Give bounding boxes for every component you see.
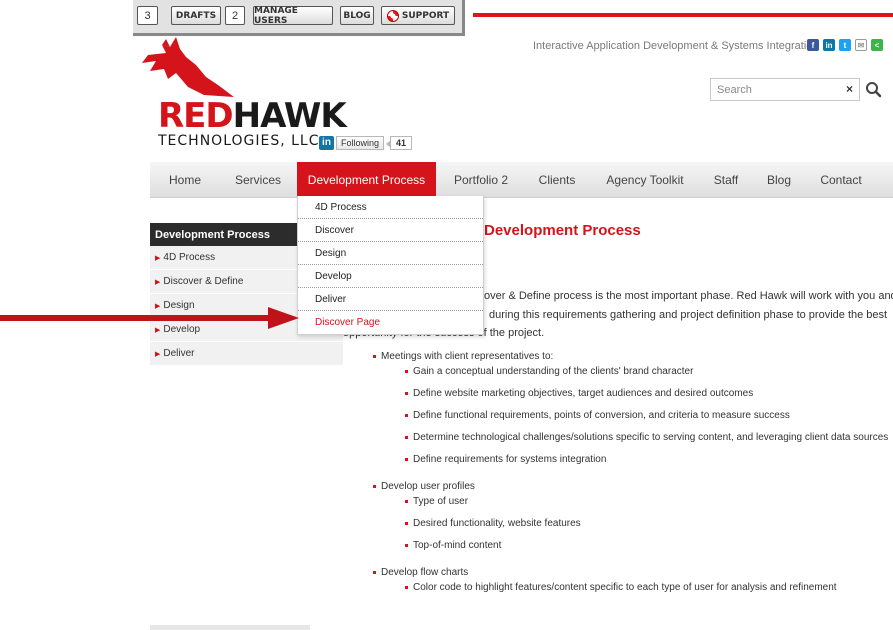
linkedin-logo-icon: in	[319, 135, 334, 150]
list-item: Gain a conceptual understanding of the c…	[404, 365, 892, 379]
support-button[interactable]: SUPPORT	[381, 6, 455, 25]
list-item: Top-of-mind content	[404, 539, 892, 553]
nav-agency-toolkit[interactable]: Agency Toolkit	[595, 162, 695, 198]
facebook-icon[interactable]: f	[807, 39, 819, 51]
list-item: Desired functionality, website features	[404, 517, 892, 531]
search-icon[interactable]	[864, 80, 884, 100]
list-item: Type of user	[404, 495, 892, 509]
following-button[interactable]: Following	[336, 135, 385, 150]
support-label: SUPPORT	[401, 10, 450, 21]
dropdown-item-discover[interactable]: Discover	[298, 219, 483, 242]
manage-users-button[interactable]: MANAGE USERS	[253, 6, 333, 26]
page-title: Development Process	[484, 222, 641, 239]
company-logo-subtitle: TECHNOLOGIES, LLC	[158, 133, 320, 149]
nav-development-process[interactable]: Development Process	[297, 162, 436, 198]
lifebuoy-icon	[386, 9, 399, 22]
sidebar-heading: Development Process	[150, 223, 297, 246]
hawk-logo-icon[interactable]	[140, 35, 235, 97]
linkedin-icon[interactable]: in	[823, 39, 835, 51]
tagline: Interactive Application Development & Sy…	[533, 40, 819, 52]
dropdown-item-4d-process[interactable]: 4D Process	[298, 196, 483, 219]
list-item: Meetings with client representatives to:…	[372, 350, 892, 467]
dropdown-item-deliver[interactable]: Deliver	[298, 288, 483, 311]
triangle-right-icon: ▶	[155, 254, 161, 262]
clear-search-icon[interactable]: ×	[846, 82, 853, 96]
blog-button[interactable]: BLOG	[340, 6, 374, 25]
company-logo-text[interactable]: REDHAWK	[158, 99, 347, 133]
dropdown-item-develop[interactable]: Develop	[298, 265, 483, 288]
process-list: Meetings with client representatives to:…	[372, 350, 892, 603]
list-item: Develop flow charts Color code to highli…	[372, 566, 892, 595]
red-divider-line	[473, 13, 893, 17]
count-badge[interactable]: 3	[137, 6, 158, 25]
nav-services[interactable]: Services	[220, 162, 296, 198]
search-input[interactable]: Search ×	[710, 78, 860, 101]
share-icon[interactable]: <	[871, 39, 883, 51]
drafts-count-badge[interactable]: 2	[225, 6, 245, 25]
nav-portfolio-2[interactable]: Portfolio 2	[443, 162, 519, 198]
follower-count: 41	[386, 135, 413, 150]
list-item: Develop user profiles Type of user Desir…	[372, 480, 892, 553]
nav-staff[interactable]: Staff	[703, 162, 749, 198]
triangle-right-icon: ▶	[155, 278, 161, 286]
list-item: Determine technological challenges/solut…	[404, 431, 892, 445]
list-item: Define website marketing objectives, tar…	[404, 387, 892, 401]
sidebar-bottom-bar	[150, 625, 310, 630]
list-item: Color code to highlight features/content…	[404, 581, 892, 595]
list-item: Define requirements for systems integrat…	[404, 453, 892, 467]
triangle-right-icon: ▶	[155, 350, 161, 358]
drafts-button[interactable]: DRAFTS	[171, 6, 221, 25]
nav-home[interactable]: Home	[150, 162, 220, 198]
nav-clients[interactable]: Clients	[527, 162, 587, 198]
list-item: Define functional requirements, points o…	[404, 409, 892, 423]
sidebar-item-deliver[interactable]: ▶ Deliver	[150, 342, 343, 366]
admin-toolbar: 3 DRAFTS 2 MANAGE USERS BLOG SUPPORT	[133, 0, 465, 36]
development-process-dropdown: 4D Process Discover Design Develop Deliv…	[297, 196, 484, 335]
nav-blog[interactable]: Blog	[757, 162, 801, 198]
search-placeholder: Search	[717, 84, 752, 96]
arrow-annotation-icon	[0, 307, 299, 329]
twitter-icon[interactable]: t	[839, 39, 851, 51]
email-icon[interactable]: ✉	[855, 39, 867, 51]
main-nav: Home Services Development Process Portfo…	[150, 162, 893, 198]
linkedin-follow-widget[interactable]: in Following 41	[319, 135, 413, 150]
dropdown-item-design[interactable]: Design	[298, 242, 483, 265]
dropdown-item-discover-page[interactable]: Discover Page	[298, 311, 483, 334]
nav-contact[interactable]: Contact	[809, 162, 873, 198]
